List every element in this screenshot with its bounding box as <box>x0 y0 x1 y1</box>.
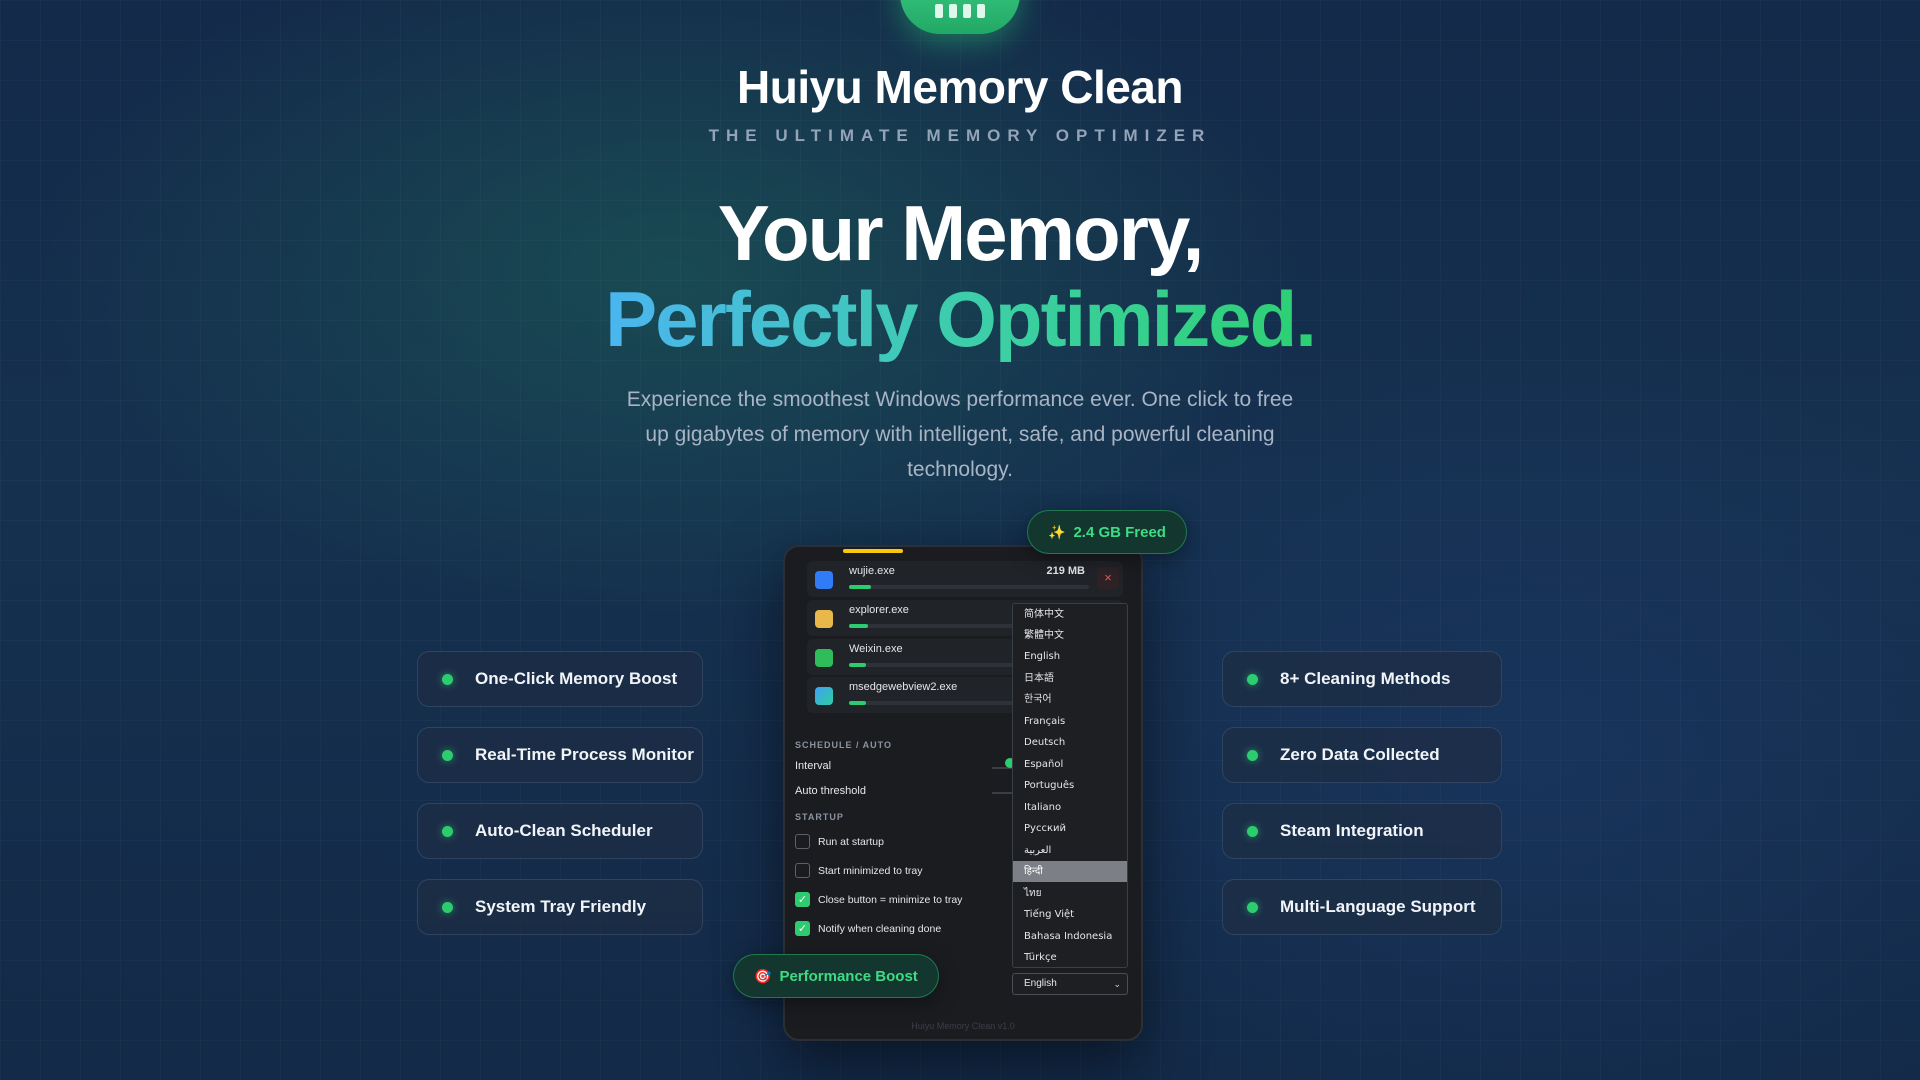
notify-done-checkbox[interactable]: ✓ Notify when cleaning done <box>795 921 941 936</box>
language-dropdown-list[interactable]: 简体中文 繁體中文 English 日本語 한국어 Français Deuts… <box>1012 603 1128 968</box>
status-dot-icon <box>1247 749 1258 761</box>
language-option[interactable]: 简体中文 <box>1013 604 1127 625</box>
feature-card: Zero Data Collected <box>1222 727 1502 783</box>
language-option[interactable]: 繁體中文 <box>1013 625 1127 646</box>
startup-section-label: STARTUP <box>795 812 844 822</box>
status-dot-icon <box>442 673 453 685</box>
feature-label: Zero Data Collected <box>1280 745 1440 764</box>
wujie-icon <box>815 571 833 589</box>
process-name: Weixin.exe <box>849 643 903 655</box>
close-to-tray-checkbox[interactable]: ✓ Close button = minimize to tray <box>795 892 962 907</box>
process-name: wujie.exe <box>849 565 895 577</box>
checkmark-icon[interactable]: ✓ <box>795 892 810 907</box>
checkbox-label: Start minimized to tray <box>818 864 923 877</box>
sparkle-icon: ✨ <box>1048 523 1066 540</box>
status-dot-icon <box>1247 901 1258 913</box>
close-icon[interactable]: × <box>1097 567 1119 589</box>
feature-card: 8+ Cleaning Methods <box>1222 651 1502 707</box>
feature-card: System Tray Friendly <box>417 879 703 935</box>
status-dot-icon <box>1247 825 1258 837</box>
start-minimized-checkbox[interactable]: Start minimized to tray <box>795 863 922 878</box>
process-usage-bar <box>849 585 1089 589</box>
feature-label: Real-Time Process Monitor <box>475 745 694 764</box>
feature-label: Multi-Language Support <box>1280 897 1476 916</box>
hero-subtitle: Experience the smoothest Windows perform… <box>626 388 1294 481</box>
threshold-label: Auto threshold <box>795 785 866 797</box>
feature-label: System Tray Friendly <box>475 897 647 916</box>
language-option[interactable]: 日本語 <box>1013 668 1127 689</box>
feature-card: Auto-Clean Scheduler <box>417 803 703 859</box>
feature-card: Multi-Language Support <box>1222 879 1502 935</box>
interval-label: Interval <box>795 760 832 772</box>
feature-card: Real-Time Process Monitor <box>417 727 703 783</box>
feature-label: One-Click Memory Boost <box>475 669 678 688</box>
language-option[interactable]: Español <box>1013 754 1127 775</box>
status-dot-icon <box>442 825 453 837</box>
language-option[interactable]: Bahasa Indonesia <box>1013 926 1127 947</box>
process-usage-fill <box>849 663 866 667</box>
process-usage-fill <box>849 585 871 589</box>
folder-icon <box>815 610 833 628</box>
process-name: explorer.exe <box>849 604 909 616</box>
status-dot-icon <box>442 749 453 761</box>
status-dot-icon <box>442 901 453 913</box>
language-option[interactable]: Deutsch <box>1013 732 1127 753</box>
performance-boost-text: Performance Boost <box>779 967 918 985</box>
checkbox-icon[interactable] <box>795 834 810 849</box>
language-option[interactable]: Français <box>1013 711 1127 732</box>
feature-card: Steam Integration <box>1222 803 1502 859</box>
feature-card: One-Click Memory Boost <box>417 651 703 707</box>
process-usage-fill <box>849 701 866 705</box>
hero-heading-line2: Perfectly Optimized. <box>0 276 1920 362</box>
hero-gradient-text: Perfectly Optimized. <box>605 275 1317 363</box>
language-option[interactable]: Русский <box>1013 818 1127 839</box>
wechat-icon <box>815 649 833 667</box>
checkmark-icon[interactable]: ✓ <box>795 921 810 936</box>
performance-boost-badge: 🎯 Performance Boost <box>733 954 939 998</box>
edge-icon <box>815 687 833 705</box>
language-select[interactable]: English ⌄ <box>1012 973 1128 995</box>
target-icon: 🎯 <box>754 967 772 984</box>
language-option[interactable]: Italiano <box>1013 797 1127 818</box>
status-dot-icon <box>1247 673 1258 685</box>
checkbox-label: Run at startup <box>818 835 884 848</box>
checkbox-icon[interactable] <box>795 863 810 878</box>
language-option[interactable]: ไทย <box>1013 883 1127 904</box>
language-option[interactable]: العربية <box>1013 840 1127 861</box>
hero-heading-line1: Your Memory, <box>717 189 1205 277</box>
memory-freed-text: 2.4 GB Freed <box>1073 523 1166 541</box>
chevron-down-icon: ⌄ <box>1113 979 1121 989</box>
run-at-startup-checkbox[interactable]: Run at startup <box>795 834 884 849</box>
language-option[interactable]: English <box>1013 646 1127 667</box>
app-title: Huiyu Memory Clean <box>737 61 1184 113</box>
language-select-value: English <box>1024 978 1057 989</box>
feature-label: Steam Integration <box>1280 821 1424 840</box>
memory-chip-logo-icon <box>900 0 1020 34</box>
progress-bar <box>843 549 903 553</box>
checkbox-label: Close button = minimize to tray <box>818 893 963 906</box>
language-option[interactable]: Tiếng Việt <box>1013 904 1127 925</box>
language-option[interactable]: 한국어 <box>1013 689 1127 710</box>
memory-freed-badge: ✨ 2.4 GB Freed <box>1027 510 1187 554</box>
schedule-section-label: SCHEDULE / AUTO <box>795 740 893 750</box>
language-option[interactable]: Türkçe <box>1013 947 1127 968</box>
checkbox-label: Notify when cleaning done <box>818 922 942 935</box>
feature-label: 8+ Cleaning Methods <box>1280 669 1451 688</box>
language-option[interactable]: Português <box>1013 775 1127 796</box>
feature-label: Auto-Clean Scheduler <box>475 821 653 840</box>
tagline: THE ULTIMATE MEMORY OPTIMIZER <box>708 126 1212 145</box>
process-size: 219 MB <box>1046 565 1085 577</box>
version-footer: Huiyu Memory Clean v1.0 <box>911 1021 1015 1031</box>
process-name: msedgewebview2.exe <box>849 681 958 693</box>
language-option-highlighted[interactable]: हिन्दी <box>1013 861 1127 882</box>
process-usage-fill <box>849 624 869 628</box>
process-row[interactable]: wujie.exe 219 MB × <box>807 561 1123 597</box>
